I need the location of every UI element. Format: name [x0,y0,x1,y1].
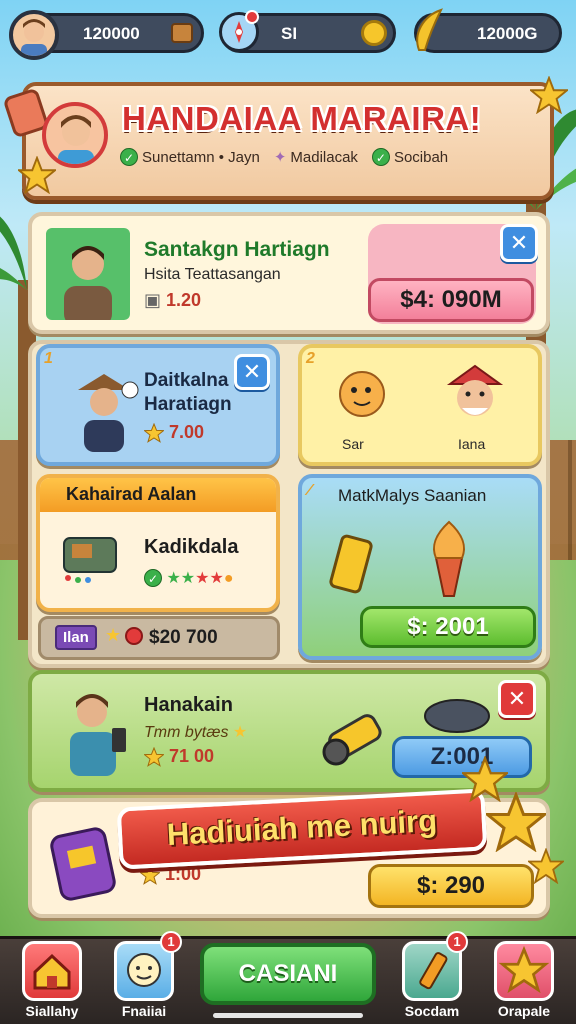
bottom-navigation: Siallahy 1 Fnaiiai CASIANI 1 Socdam Orap… [0,931,576,1024]
star-icon [498,945,550,994]
home-icon [33,953,71,990]
backpack-icon [50,827,116,901]
bundle-price: $20 700 [149,627,218,648]
coins-left-counter[interactable]: 120000 [9,10,204,60]
event-header: HANDAIAA MARAIRA! ✓ Sunettamn • Jayn ✦ Mad… [2,76,568,200]
shield-icon: ✓ [144,569,162,587]
nav-social-label: Socdam [404,1003,460,1019]
sparkle-icon: ✦ [273,149,287,166]
bundle-tag: Ilan [55,625,97,650]
star-icon: ★ [232,724,248,741]
header-tags: ✓ Sunettamn • Jayn ✦ Madilacak ✓ Socibah [120,148,448,166]
coins-right-value: 12000G [477,24,538,43]
card-portrait [64,366,144,452]
nav-home-button[interactable] [22,941,82,1001]
resource-bar: 120000 SI 12000G [9,8,562,60]
pirate-character-icon [446,364,504,416]
item-label: Iana [458,436,486,452]
coins-right-counter[interactable]: 12000G [414,8,562,53]
torch-icon [432,520,466,597]
nav-badge: 1 [446,931,468,953]
device-kit-icon [63,537,117,583]
center-action-button[interactable]: CASIANI [200,943,376,1005]
star-icon: ★★ [195,570,224,587]
card-badge: 2 [306,350,315,367]
header-tag: ✓ Socibah [371,148,448,166]
nav-friends-label: Fnaiiai [121,1003,167,1019]
featured-name: Santakgn Hartiagn [144,238,330,261]
featured-offer-card[interactable]: Santakgn Hartiagn Hsita Teattasangan ▣ 1… [28,212,550,334]
star-icon [530,76,568,114]
nav-rewards-label: Orapale [497,1003,551,1019]
fruit-character-icon [339,371,385,417]
star-icon [144,747,164,768]
coins-left-value: 120000 [83,24,140,43]
featured-reward: ▣ 1.20 [144,290,202,310]
pencil-icon [419,952,448,990]
ruby-icon [125,627,143,645]
chat-icon [127,953,161,987]
header-title: HANDAIAA MARAIRA! [122,100,482,137]
item-label: Sar [342,436,364,452]
coin-icon: ● [223,570,234,587]
chest-icon [171,23,193,43]
card-name: Hanakain [144,694,233,716]
check-icon: ✓ [371,148,390,166]
star-icon [144,423,164,444]
card-name-line1: Daitkalna [144,370,229,391]
star-icon: ★ [105,625,122,645]
promo-banner-text: Hadiuiah me nuirg [165,802,438,853]
phone-icon [329,534,373,594]
close-button[interactable]: ✕ [234,354,270,390]
card-badge-icon: ⁄ [308,482,311,499]
offer-card-orange[interactable]: Kahairad Aalan Kadikdala ✓ ★★★★● [36,474,280,612]
card-portrait [52,682,142,778]
scenic-price-button[interactable]: $: 2001 [360,606,536,648]
player-avatar[interactable] [9,10,59,60]
header-tag: ✦ Madilacak [273,148,358,167]
promo-price-button[interactable]: $: 290 [368,864,534,908]
card-subtitle: Tmm bytæs ★ [144,724,248,741]
nav-badge: 1 [160,931,182,953]
offer-card-scenic[interactable]: ⁄ MatkMalys Saanian $: 2001 [298,474,542,660]
featured-portrait [46,228,130,320]
star-icon: ★★ [166,570,196,587]
offer-card-yellow[interactable]: 2 Sar Iana [298,344,542,466]
middle-value: SI [281,24,298,43]
star-icon [528,848,564,884]
close-button[interactable]: ✕ [498,680,536,718]
offer-card-blue[interactable]: 1 Daitkalna Haratiagn 7.00 ✕ [36,344,280,466]
featured-subtitle: Hsita Teattasangan [144,266,281,283]
stone-icon [424,699,490,733]
nav-home-label: Siallahy [25,1003,79,1019]
nav-rewards-button[interactable] [494,941,554,1001]
coin-icon [361,20,387,46]
card-title: MatkMalys Saanian [338,486,487,505]
bundle-strip[interactable]: Ilan ★ $20 700 [38,616,280,660]
close-button[interactable]: ✕ [500,224,538,262]
card-reward: 71 00 [144,746,214,768]
card-title: Kahairad Aalan [66,484,197,504]
gift-icon: ▣ [144,290,162,310]
card-badge: 1 [44,350,53,367]
item-name: Kadikdala [144,536,239,558]
card-reward: 7.00 [144,422,204,444]
star-icon [486,792,546,852]
banana-icon [416,8,443,51]
check-icon: ✓ [120,148,138,166]
rating-stars: ✓ ★★★★● [144,568,234,588]
home-indicator [213,1013,363,1018]
middle-counter[interactable]: SI [219,10,396,53]
flashlight-icon [322,714,382,766]
star-icon [18,156,56,194]
notification-dot [245,10,259,24]
card-name-line2: Haratiagn [144,394,232,415]
featured-price-button[interactable]: $4: 090M [368,278,534,322]
header-tag: ✓ Sunettamn • Jayn [120,148,260,166]
